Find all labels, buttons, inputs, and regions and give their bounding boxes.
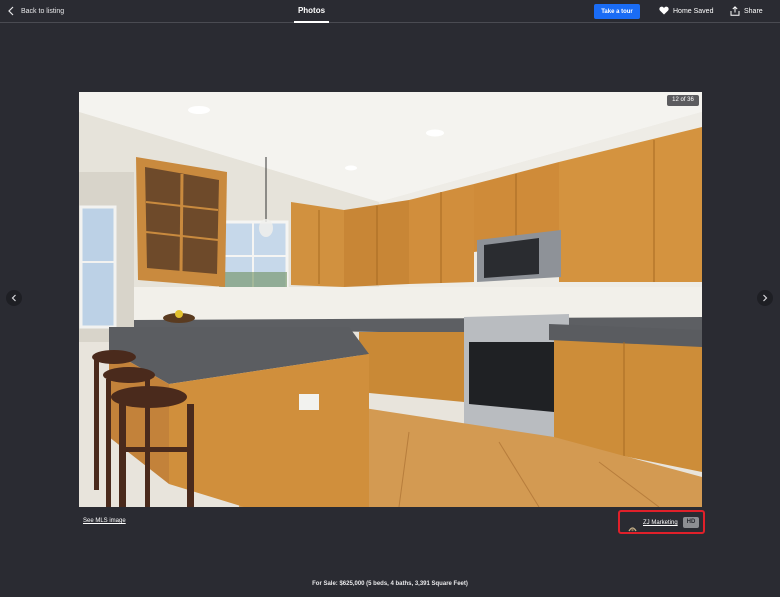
share-icon: [730, 5, 740, 18]
share-label: Share: [744, 8, 763, 15]
photographer-logo-icon: [628, 519, 637, 537]
next-photo-button[interactable]: [757, 290, 773, 306]
previous-photo-button[interactable]: [6, 290, 22, 306]
chevron-left-icon: [8, 3, 14, 21]
kitchen-photo-illustration: [79, 92, 702, 507]
see-mls-image-link[interactable]: See MLS image: [83, 518, 126, 524]
home-saved-label: Home Saved: [673, 8, 714, 15]
photo-counter: 12 of 36: [667, 95, 699, 106]
listing-photo[interactable]: [79, 92, 702, 507]
listing-summary: For Sale: $625,000 (5 beds, 4 baths, 3,3…: [312, 581, 468, 587]
heart-icon: [659, 6, 669, 17]
hd-badge[interactable]: HD: [683, 517, 699, 528]
photographer-name-link[interactable]: ZJ Marketing: [643, 520, 678, 526]
share-button[interactable]: Share: [730, 5, 763, 18]
back-to-listing-link[interactable]: Back to listing: [8, 4, 64, 19]
chevron-left-icon: [11, 289, 17, 307]
tab-photos[interactable]: Photos: [294, 0, 329, 23]
chevron-right-icon: [762, 289, 768, 307]
take-a-tour-button[interactable]: Take a tour: [594, 4, 640, 19]
photographer-credit: ZJ Marketing HD: [618, 510, 705, 534]
back-to-listing-label: Back to listing: [21, 8, 65, 15]
home-saved-button[interactable]: Home Saved: [659, 5, 713, 18]
top-bar: Back to listing Photos Take a tour Home …: [0, 0, 780, 23]
